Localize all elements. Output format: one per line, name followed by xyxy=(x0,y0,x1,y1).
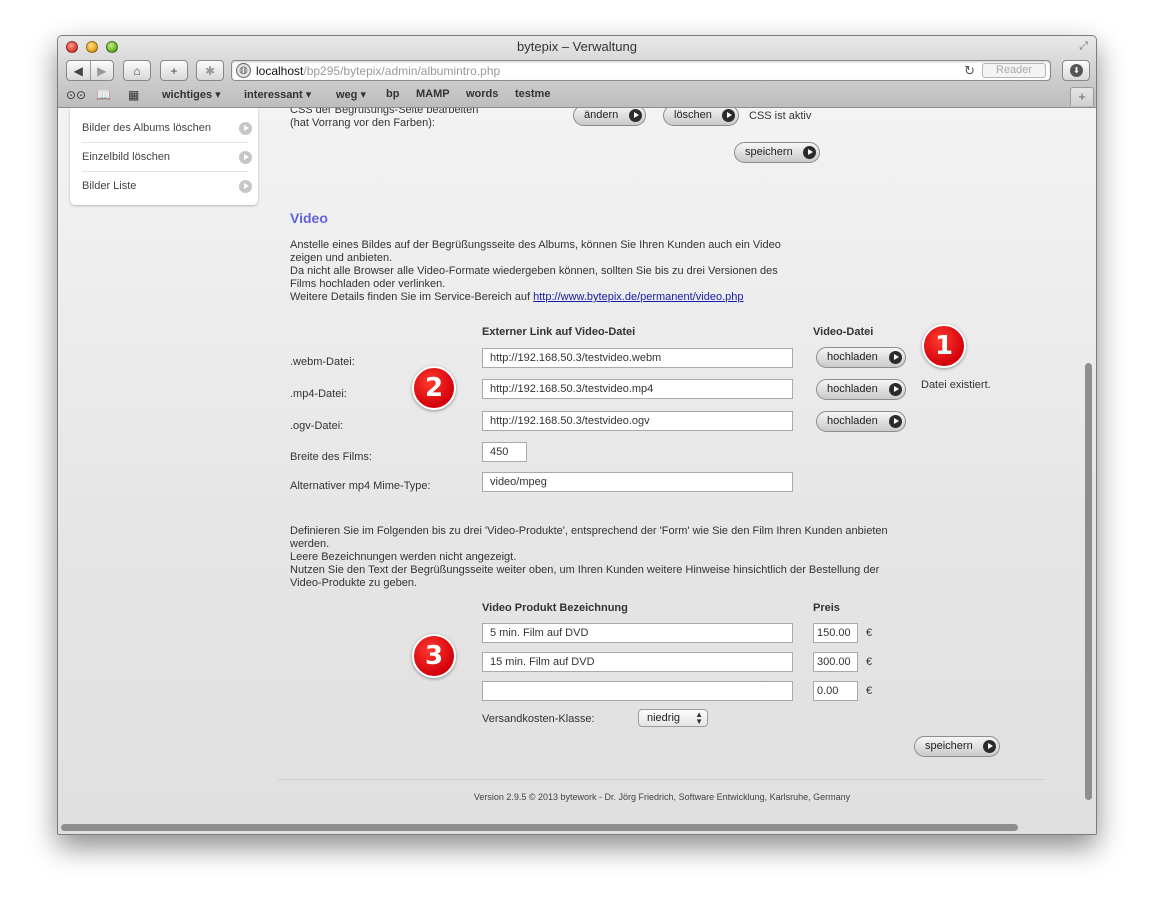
horizontal-scrollbar[interactable] xyxy=(58,820,1096,834)
webm-label: .webm-Datei: xyxy=(290,356,355,368)
mime-type-input[interactable]: video/mpeg xyxy=(482,472,793,492)
currency-label: € xyxy=(866,627,873,639)
column-header-price: Preis xyxy=(813,602,840,614)
product-name-input[interactable] xyxy=(482,681,793,701)
product-price-input[interactable]: 0.00 xyxy=(813,681,858,701)
globe-icon: ◍ xyxy=(236,63,251,78)
video-intro-line: Anstelle eines Bildes auf der Begrüßungs… xyxy=(290,239,781,251)
vertical-scrollbar[interactable] xyxy=(1083,108,1094,834)
annotation-badge-3: 3 xyxy=(412,634,456,678)
mp4-upload-button[interactable]: hochladen xyxy=(816,379,906,400)
titlebar: bytepix – Verwaltung ⤢ ◀ ▶ ⌂ + ✱ ◍ local… xyxy=(58,36,1096,108)
video-intro-line: zeigen und anbieten. xyxy=(290,252,393,264)
bookmark-item[interactable]: bp xyxy=(386,88,399,100)
play-arrow-icon xyxy=(889,383,902,396)
ogv-label: .ogv-Datei: xyxy=(290,420,344,432)
css-status: CSS ist aktiv xyxy=(749,110,812,122)
video-intro-line: Films hochladen oder verlinken. xyxy=(290,278,446,290)
fullscreen-icon[interactable]: ⤢ xyxy=(1079,40,1088,53)
video-intro-line: Da nicht alle Browser alle Video-Formate… xyxy=(290,265,778,277)
mp4-url-input[interactable]: http://192.168.50.3/testvideo.mp4 xyxy=(482,379,793,399)
bookmark-item[interactable]: wichtiges ▾ xyxy=(162,88,221,101)
products-intro-line: Definieren Sie im Folgenden bis zu drei … xyxy=(290,525,888,537)
reload-icon[interactable]: ↻ xyxy=(964,63,975,79)
new-tab-plus-button[interactable]: + xyxy=(1070,87,1094,106)
play-arrow-icon xyxy=(889,415,902,428)
ogv-url-input[interactable]: http://192.168.50.3/testvideo.ogv xyxy=(482,411,793,431)
bookmark-item[interactable]: MAMP xyxy=(416,88,450,100)
play-arrow-icon xyxy=(629,109,642,122)
css-delete-button[interactable]: löschen xyxy=(663,108,739,126)
annotation-badge-2: 2 xyxy=(412,366,456,410)
page-content: Bilder des Albums löschen Einzelbild lös… xyxy=(58,108,1096,834)
video-details-text: Weitere Details finden Sie im Service-Be… xyxy=(290,291,744,303)
products-intro-line: werden. xyxy=(290,538,330,550)
bookmark-item[interactable]: interessant ▾ xyxy=(244,88,311,101)
annotation-badge-1: 1 xyxy=(922,324,966,368)
home-icon: ⌂ xyxy=(133,63,141,78)
column-header-product-name: Video Produkt Bezeichnung xyxy=(482,602,628,614)
bookmarks-bar: ⊙⊙ 📖 ▦ wichtiges ▾ interessant ▾ weg ▾ b… xyxy=(58,85,1096,105)
play-arrow-icon xyxy=(983,740,996,753)
column-header-external-link: Externer Link auf Video-Datei xyxy=(482,326,636,338)
film-width-input[interactable]: 450 xyxy=(482,442,527,462)
url-text[interactable]: localhost/bp295/bytepix/admin/albumintro… xyxy=(256,64,500,78)
products-intro-line: Nutzen Sie den Text der Begrüßungsseite … xyxy=(290,564,880,576)
film-width-label: Breite des Films: xyxy=(290,451,372,463)
play-arrow-icon xyxy=(722,109,735,122)
downloads-button[interactable]: ⬇ xyxy=(1062,60,1090,81)
product-name-input[interactable]: 15 min. Film auf DVD xyxy=(482,652,793,672)
address-bar[interactable]: ◍ localhost/bp295/bytepix/admin/albumint… xyxy=(231,60,1051,81)
main-form: CSS der Begrüßungs-Seite bearbeiten (hat… xyxy=(58,108,1096,834)
back-forward-buttons[interactable]: ◀ ▶ xyxy=(66,60,114,81)
mime-type-label: Alternativer mp4 Mime-Type: xyxy=(290,480,431,492)
reading-list-icon[interactable]: ⊙⊙ xyxy=(66,88,86,102)
shipping-class-label: Versandkosten-Klasse: xyxy=(482,713,595,725)
ogv-upload-button[interactable]: hochladen xyxy=(816,411,906,432)
select-updown-icon: ▲ ▼ xyxy=(695,710,703,726)
window-title: bytepix – Verwaltung xyxy=(517,39,637,54)
extension-button[interactable]: ✱ xyxy=(196,60,224,81)
products-intro-line: Leere Bezeichnungen werden nicht angezei… xyxy=(290,551,517,563)
products-save-button[interactable]: speichern xyxy=(914,736,1000,757)
css-save-button[interactable]: speichern xyxy=(734,142,820,163)
play-arrow-icon xyxy=(889,351,902,364)
forward-icon[interactable]: ▶ xyxy=(91,64,114,78)
file-status: Datei existiert. xyxy=(921,379,991,391)
product-name-input[interactable]: 5 min. Film auf DVD xyxy=(482,623,793,643)
webm-url-input[interactable]: http://192.168.50.3/testvideo.webm xyxy=(482,348,793,368)
footer-divider xyxy=(278,779,1046,780)
top-sites-grid-icon[interactable]: ▦ xyxy=(128,88,139,102)
mp4-label: .mp4-Datei: xyxy=(290,388,347,400)
home-button[interactable]: ⌂ xyxy=(123,60,151,81)
bookmarks-book-icon[interactable]: 📖 xyxy=(96,88,111,102)
product-price-input[interactable]: 150.00 xyxy=(813,623,858,643)
horizontal-scroll-thumb[interactable] xyxy=(61,824,1018,831)
shipping-class-select[interactable]: niedrig ▲ ▼ xyxy=(638,709,708,727)
css-label-line2: (hat Vorrang vor den Farben): xyxy=(290,117,435,129)
products-intro-line: Video-Produkte zu geben. xyxy=(290,577,417,589)
bookmark-item[interactable]: words xyxy=(466,88,498,100)
play-arrow-icon xyxy=(803,146,816,159)
css-label-line1: CSS der Begrüßungs-Seite bearbeiten xyxy=(290,108,479,116)
plus-icon: + xyxy=(170,63,178,78)
section-heading-video: Video xyxy=(290,210,328,226)
vertical-scroll-thumb[interactable] xyxy=(1085,363,1092,800)
currency-label: € xyxy=(866,685,873,697)
bookmark-item[interactable]: testme xyxy=(515,88,550,100)
back-icon[interactable]: ◀ xyxy=(67,64,90,78)
browser-window: bytepix – Verwaltung ⤢ ◀ ▶ ⌂ + ✱ ◍ local… xyxy=(57,35,1097,835)
css-edit-button[interactable]: ändern xyxy=(573,108,646,126)
currency-label: € xyxy=(866,656,873,668)
product-price-input[interactable]: 300.00 xyxy=(813,652,858,672)
reader-button[interactable]: Reader xyxy=(982,63,1046,78)
footer: Version 2.9.5 © 2013 bytework - Dr. Jörg… xyxy=(473,792,851,802)
bookmark-item[interactable]: weg ▾ xyxy=(336,88,366,101)
download-icon: ⬇ xyxy=(1070,64,1083,77)
new-tab-button[interactable]: + xyxy=(160,60,188,81)
column-header-video-file: Video-Datei xyxy=(813,326,874,338)
service-link[interactable]: http://www.bytepix.de/permanent/video.ph… xyxy=(533,291,743,303)
gear-icon: ✱ xyxy=(204,63,216,78)
webm-upload-button[interactable]: hochladen xyxy=(816,347,906,368)
